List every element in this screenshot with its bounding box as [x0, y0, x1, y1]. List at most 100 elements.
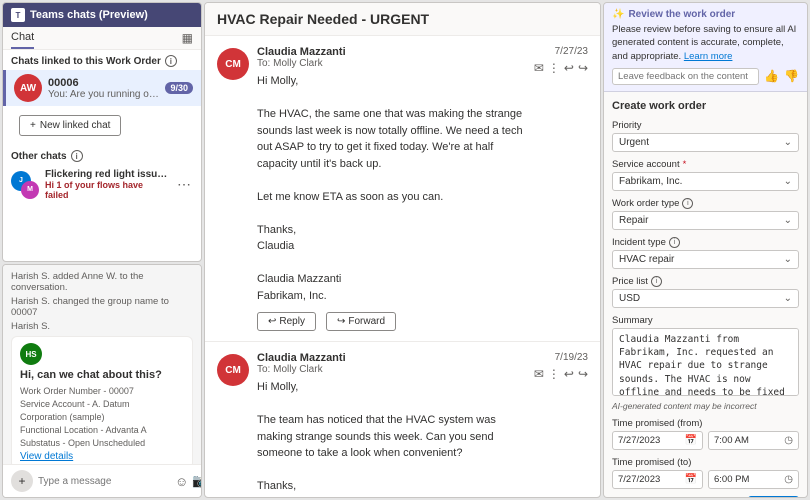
reply-label-1: Reply [279, 316, 305, 327]
time-from-label: Time promised (from) [612, 418, 799, 429]
system-msg-3: Harish S. [11, 321, 193, 332]
save-button[interactable]: Sa... [748, 496, 799, 498]
chat-bubble: HS Hi, can we chat about this? Work Orde… [11, 336, 193, 464]
bookmark-icon-1[interactable]: ✉ [534, 61, 544, 75]
time-to-time-value: 6:00 PM [714, 474, 749, 485]
message-input[interactable] [38, 476, 170, 487]
linked-info-icon[interactable]: i [165, 55, 177, 67]
linked-chat-id: 00006 [48, 77, 159, 89]
price-list-label: Price list i [612, 276, 799, 287]
bubble-header: HS [20, 343, 184, 365]
other-chat-title: Flickering red light issue - Fl... [45, 169, 169, 180]
email-to-2: To: Molly Clark [257, 364, 526, 375]
incident-type-value: HVAC repair [619, 254, 674, 265]
learn-more-link[interactable]: Learn more [684, 51, 733, 62]
summary-textarea[interactable]: Claudia Mazzanti from Fabrikam, Inc. req… [612, 328, 799, 396]
review-title-text: Review the work order [628, 9, 735, 20]
new-chat-label: New linked chat [40, 120, 111, 131]
other-chat-content: Flickering red light issue - Fl... Hi 1 … [45, 169, 169, 200]
tab-chat[interactable]: Chat [11, 27, 34, 49]
reply-button-1[interactable]: ↩ Reply [257, 312, 316, 331]
chat-messages-area: Harish S. added Anne W. to the conversat… [3, 265, 201, 464]
incident-type-arrow-icon: ⌄ [784, 254, 792, 265]
priority-select[interactable]: Urgent ⌄ [612, 133, 799, 152]
review-title: ✨ Review the work order [612, 9, 799, 20]
work-order-type-select[interactable]: Repair ⌄ [612, 211, 799, 230]
work-order-type-label: Work order type i [612, 198, 799, 209]
new-linked-chat-button[interactable]: + New linked chat [19, 115, 121, 136]
email-item-1: CM Claudia Mazzanti To: Molly Clark Hi M… [205, 36, 600, 342]
forward-quick-icon-2[interactable]: ↪ [578, 367, 588, 381]
reply-quick-icon-2[interactable]: ↩ [564, 367, 574, 381]
incident-type-select[interactable]: HVAC repair ⌄ [612, 250, 799, 269]
system-msg-1: Harish S. added Anne W. to the conversat… [11, 271, 193, 293]
bookmark-icon-2[interactable]: ✉ [534, 367, 544, 381]
teams-icon: T [11, 8, 25, 22]
time-to-date-value: 7/27/2023 [618, 474, 660, 485]
email-body-2: Hi Molly, The team has noticed that the … [257, 379, 526, 497]
reply-quick-icon-1[interactable]: ↩ [564, 61, 574, 75]
review-text: Please review before saving to ensure al… [612, 23, 799, 63]
email-meta-1: 7/27/23 ✉ ⋮ ↩ ↪ [534, 46, 588, 331]
thumbs-up-button[interactable]: 👍 [764, 69, 779, 83]
linked-chat-subtitle: You: Are you running on time? [48, 89, 159, 100]
email-actions-1: ↩ Reply ↪ Forward [257, 312, 526, 331]
summary-group: Summary Claudia Mazzanti from Fabrikam, … [612, 315, 799, 411]
email-meta-2: 7/19/23 ✉ ⋮ ↩ ↪ [534, 352, 588, 497]
email-sender-1: Claudia Mazzanti [257, 46, 526, 58]
other-chat-more-btn[interactable]: ⋯ [175, 174, 193, 195]
service-account-required: * [683, 159, 687, 170]
forward-icon-1: ↪ [337, 316, 345, 327]
other-chat-avatar: J M [11, 171, 39, 199]
service-account-label: Service account * [612, 159, 799, 170]
incident-type-label-text: Incident type [612, 237, 666, 248]
teams-chat-panel: T Teams chats (Preview) Chat ▦ Chats lin… [2, 2, 202, 262]
email-icons-2: ✉ ⋮ ↩ ↪ [534, 367, 588, 381]
email-content-2: Claudia Mazzanti To: Molly Clark Hi Moll… [257, 352, 526, 497]
service-account-group: Service account * Fabrikam, Inc. ⌄ [612, 159, 799, 191]
time-to-time-input[interactable]: 6:00 PM ◷ [708, 470, 799, 489]
work-order-type-arrow-icon: ⌄ [784, 215, 792, 226]
more-icon-2[interactable]: ⋮ [548, 367, 560, 381]
work-order-type-group: Work order type i Repair ⌄ [612, 198, 799, 230]
price-list-arrow-icon: ⌄ [784, 293, 792, 304]
work-order-type-info-icon[interactable]: i [682, 198, 693, 209]
service-account-select[interactable]: Fabrikam, Inc. ⌄ [612, 172, 799, 191]
priority-label: Priority [612, 120, 799, 131]
email-list: CM Claudia Mazzanti To: Molly Clark Hi M… [205, 36, 600, 497]
emoji-icon[interactable]: ☺ [175, 474, 188, 489]
email-sender-2: Claudia Mazzanti [257, 352, 526, 364]
bubble-meta-4: Functional Location - Advanta A [20, 425, 184, 435]
time-from-time-value: 7:00 AM [714, 435, 749, 446]
time-to-row: 7/27/2023 📅 6:00 PM ◷ [612, 470, 799, 489]
email-item-2: CM Claudia Mazzanti To: Molly Clark Hi M… [205, 342, 600, 497]
other-chat-item[interactable]: J M Flickering red light issue - Fl... H… [3, 165, 201, 204]
service-account-label-text: Service account [612, 159, 680, 170]
forward-quick-icon-1[interactable]: ↪ [578, 61, 588, 75]
bubble-meta-2: Service Account - A. Datum [20, 399, 184, 409]
filter-icon[interactable]: ▦ [182, 31, 193, 45]
feedback-input[interactable] [612, 68, 759, 85]
clock-icon-to: ◷ [784, 474, 793, 485]
price-list-select[interactable]: USD ⌄ [612, 289, 799, 308]
work-order-type-label-text: Work order type [612, 198, 679, 209]
time-to-date-input[interactable]: 7/27/2023 📅 [612, 470, 703, 489]
price-list-info-icon[interactable]: i [651, 276, 662, 287]
linked-chat-item[interactable]: AW 00006 You: Are you running on time? 9… [3, 70, 201, 106]
add-person-button[interactable]: + [11, 470, 33, 492]
view-details-link[interactable]: View details [20, 451, 184, 462]
work-order-type-value: Repair [619, 215, 648, 226]
forward-button-1[interactable]: ↪ Forward [326, 312, 396, 331]
price-list-group: Price list i USD ⌄ [612, 276, 799, 308]
attach-icon[interactable]: 📷 [192, 473, 202, 489]
thumbs-down-button[interactable]: 👎 [784, 69, 799, 83]
more-icon-1[interactable]: ⋮ [548, 61, 560, 75]
form-title: Create work order [612, 100, 799, 112]
incident-type-info-icon[interactable]: i [669, 237, 680, 248]
other-chats-info-icon[interactable]: i [71, 150, 83, 162]
time-from-time-input[interactable]: 7:00 AM ◷ [708, 431, 799, 450]
time-from-date-input[interactable]: 7/27/2023 📅 [612, 431, 703, 450]
bubble-meta-1: Work Order Number - 00007 [20, 386, 184, 396]
email-panel-title: HVAC Repair Needed - URGENT [205, 3, 600, 36]
other-chat-subtitle: Hi 1 of your flows have failed [45, 180, 169, 200]
